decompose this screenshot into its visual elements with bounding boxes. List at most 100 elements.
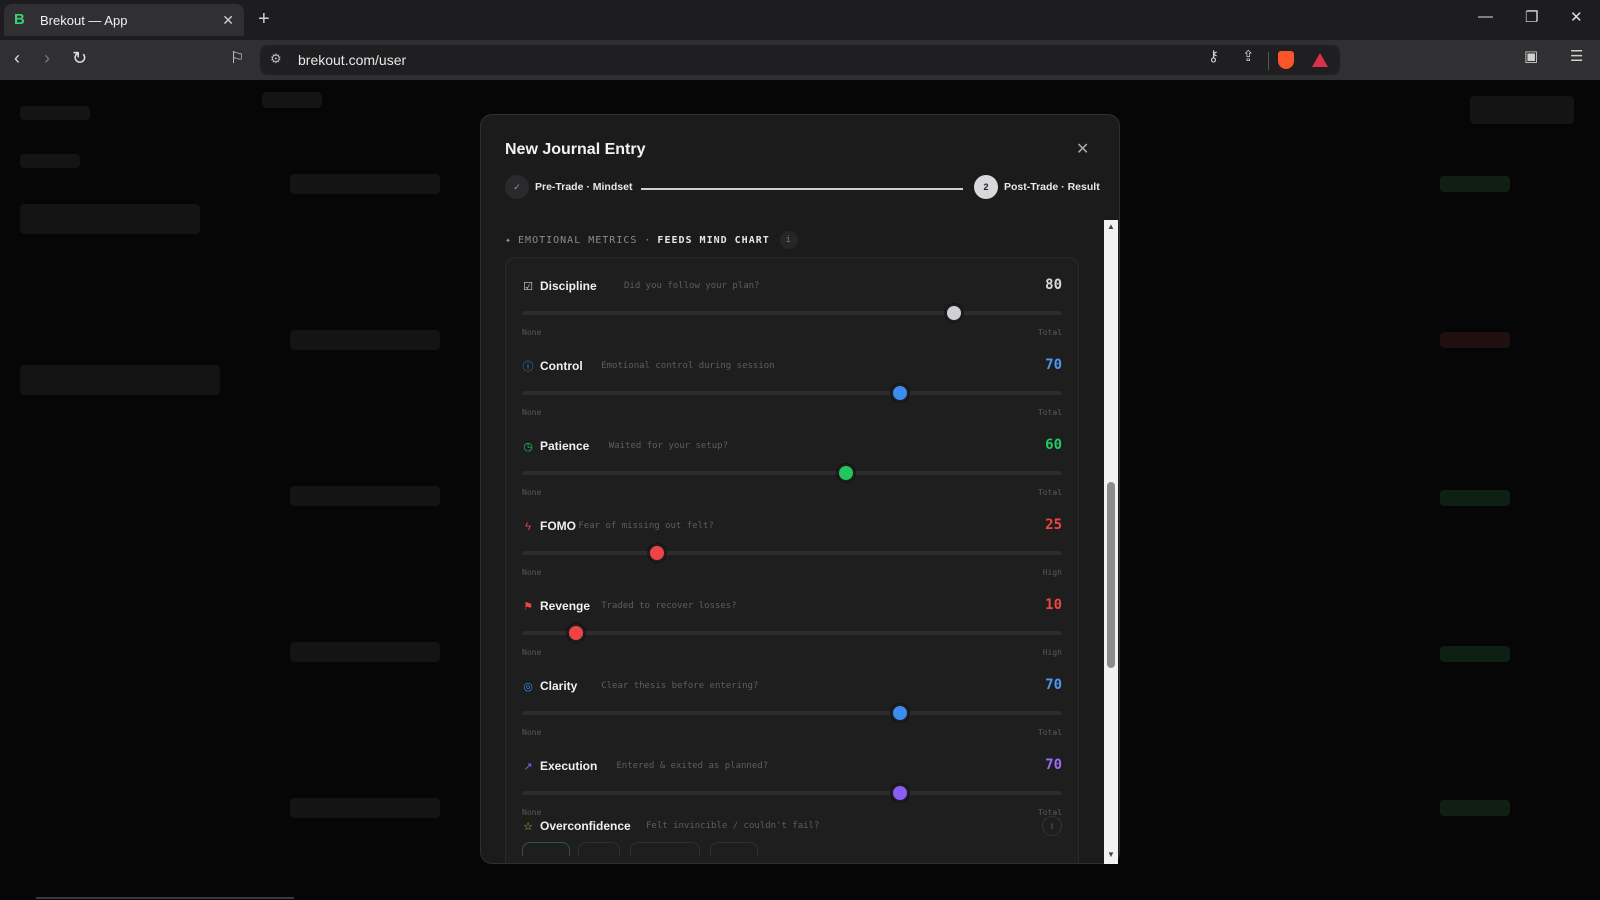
- lightning-icon: ϟ: [525, 521, 531, 533]
- close-tab-icon[interactable]: ✕: [222, 12, 234, 29]
- metric-fomo: ϟ FOMO Fear of missing out felt? 25 None High: [522, 514, 1062, 592]
- metric-execution: ↗ Execution Entered & exited as planned? 70…: [522, 754, 1062, 832]
- option-chip[interactable]: [630, 842, 700, 856]
- share-icon[interactable]: ⇪: [1242, 47, 1255, 65]
- metric-name: FOMO: [540, 519, 576, 533]
- new-tab-icon[interactable]: +: [258, 8, 270, 31]
- step-post-trade[interactable]: 2 Post-Trade · Result: [974, 175, 1100, 199]
- minimize-icon[interactable]: —: [1478, 8, 1493, 25]
- brave-rewards-icon[interactable]: [1312, 53, 1328, 67]
- backdrop-scroll-indicator: [36, 897, 294, 899]
- slider-track[interactable]: [522, 711, 1062, 715]
- toolbar-divider: [1268, 52, 1269, 70]
- reload-icon[interactable]: ↻: [72, 48, 87, 69]
- flag-icon: ⚑: [523, 601, 533, 613]
- backdrop-logo: [20, 106, 90, 120]
- slider-max-label: Total: [1037, 488, 1062, 497]
- section-label-bold: FEEDS MIND CHART: [657, 234, 770, 246]
- slider-track[interactable]: [522, 551, 1062, 555]
- scroll-thumb[interactable]: [1107, 482, 1115, 668]
- step-connector: [641, 188, 963, 190]
- backdrop-row: [290, 486, 440, 506]
- key-icon[interactable]: ⚷: [1208, 47, 1219, 65]
- backdrop-badge: [1440, 490, 1510, 506]
- slider-track[interactable]: [522, 391, 1062, 395]
- favicon-icon: B: [14, 11, 25, 28]
- slider-track[interactable]: [522, 631, 1062, 635]
- url-text[interactable]: brekout.com/user: [298, 52, 406, 68]
- slider-thumb[interactable]: [891, 704, 909, 722]
- checkbox-icon: ☑: [523, 281, 533, 293]
- slider-thumb[interactable]: [891, 384, 909, 402]
- option-chip[interactable]: [578, 842, 620, 856]
- backdrop-item: [20, 365, 220, 395]
- modal-title: New Journal Entry: [505, 141, 646, 158]
- slider-max-label: Total: [1037, 808, 1062, 817]
- close-icon[interactable]: ✕: [1076, 139, 1089, 159]
- metric-name: Control: [540, 359, 583, 373]
- option-chip[interactable]: [710, 842, 758, 856]
- trending-up-icon: ↗: [523, 761, 533, 773]
- forward-icon[interactable]: ›: [44, 48, 50, 69]
- scroll-up-icon[interactable]: ▲: [1107, 222, 1115, 231]
- backdrop-row: [290, 798, 440, 818]
- slider-thumb[interactable]: [945, 304, 963, 322]
- slider-max-label: Total: [1037, 328, 1062, 337]
- slider-max-label: High: [1042, 568, 1062, 577]
- browser-tab[interactable]: B Brekout — App ✕: [4, 4, 244, 36]
- metric-description: Entered & exited as planned?: [616, 761, 769, 771]
- metric-clarity: ◎ Clarity Clear thesis before entering? 70 N…: [522, 674, 1062, 752]
- section-header: ✦ EMOTIONAL METRICS · FEEDS MIND CHART i: [505, 231, 798, 249]
- menu-icon[interactable]: ☰: [1570, 47, 1583, 65]
- metric-name: Clarity: [540, 679, 578, 693]
- metric-description: Waited for your setup?: [608, 441, 729, 451]
- sparkle-icon: ✦: [505, 234, 513, 246]
- slider-track[interactable]: [522, 311, 1062, 315]
- bookmark-icon[interactable]: ⚐: [230, 48, 244, 68]
- option-chip[interactable]: [522, 842, 570, 856]
- slider-track[interactable]: [522, 791, 1062, 795]
- slider-thumb[interactable]: [891, 784, 909, 802]
- backdrop-row: [290, 174, 440, 194]
- slider-min-label: None: [522, 328, 542, 337]
- slider-thumb[interactable]: [648, 544, 666, 562]
- backdrop-item: [20, 154, 80, 168]
- metric-description: Clear thesis before entering?: [601, 681, 759, 691]
- metric-value: 70: [1045, 757, 1062, 773]
- address-bar[interactable]: ⚙ brekout.com/user: [260, 45, 1340, 75]
- slider-min-label: None: [522, 408, 542, 417]
- scroll-down-icon[interactable]: ▼: [1107, 850, 1115, 859]
- backdrop-badge: [1440, 332, 1510, 348]
- brave-shields-icon[interactable]: [1278, 51, 1294, 69]
- sidebar-icon[interactable]: ▣: [1524, 47, 1538, 65]
- restore-icon[interactable]: ❐: [1525, 8, 1538, 26]
- step-label: Pre-Trade · Mindset: [535, 181, 633, 193]
- backdrop-row: [290, 330, 440, 350]
- slider-min-label: None: [522, 648, 542, 657]
- info-icon[interactable]: i: [779, 231, 798, 249]
- modal-scrollbar[interactable]: ▲ ▼: [1104, 220, 1118, 864]
- metric-value: 80: [1045, 277, 1062, 293]
- metric-name: Revenge: [540, 599, 591, 613]
- backdrop-badge: [1440, 176, 1510, 192]
- target-icon: ◎: [523, 681, 533, 693]
- backdrop-button: [1470, 96, 1574, 124]
- backdrop-badge: [1440, 800, 1510, 816]
- step-label: Post-Trade · Result: [1004, 181, 1100, 193]
- metric-description: Did you follow your plan?: [624, 281, 760, 291]
- step-pre-trade[interactable]: ✓ Pre-Trade · Mindset: [505, 175, 632, 199]
- backdrop-badge: [1440, 646, 1510, 662]
- slider-min-label: None: [522, 728, 542, 737]
- slider-thumb[interactable]: [837, 464, 855, 482]
- metric-name: Patience: [540, 439, 590, 453]
- slider-track[interactable]: [522, 471, 1062, 475]
- window-close-icon[interactable]: ✕: [1570, 8, 1583, 26]
- tab-title: Brekout — App: [40, 12, 128, 28]
- metric-value: 60: [1045, 437, 1062, 453]
- site-settings-icon[interactable]: ⚙: [270, 51, 282, 67]
- slider-thumb[interactable]: [567, 624, 585, 642]
- back-icon[interactable]: ‹: [14, 48, 20, 69]
- metric-value: 25: [1045, 517, 1062, 533]
- slider-max-label: Total: [1037, 408, 1062, 417]
- metric-name: Discipline: [540, 279, 597, 293]
